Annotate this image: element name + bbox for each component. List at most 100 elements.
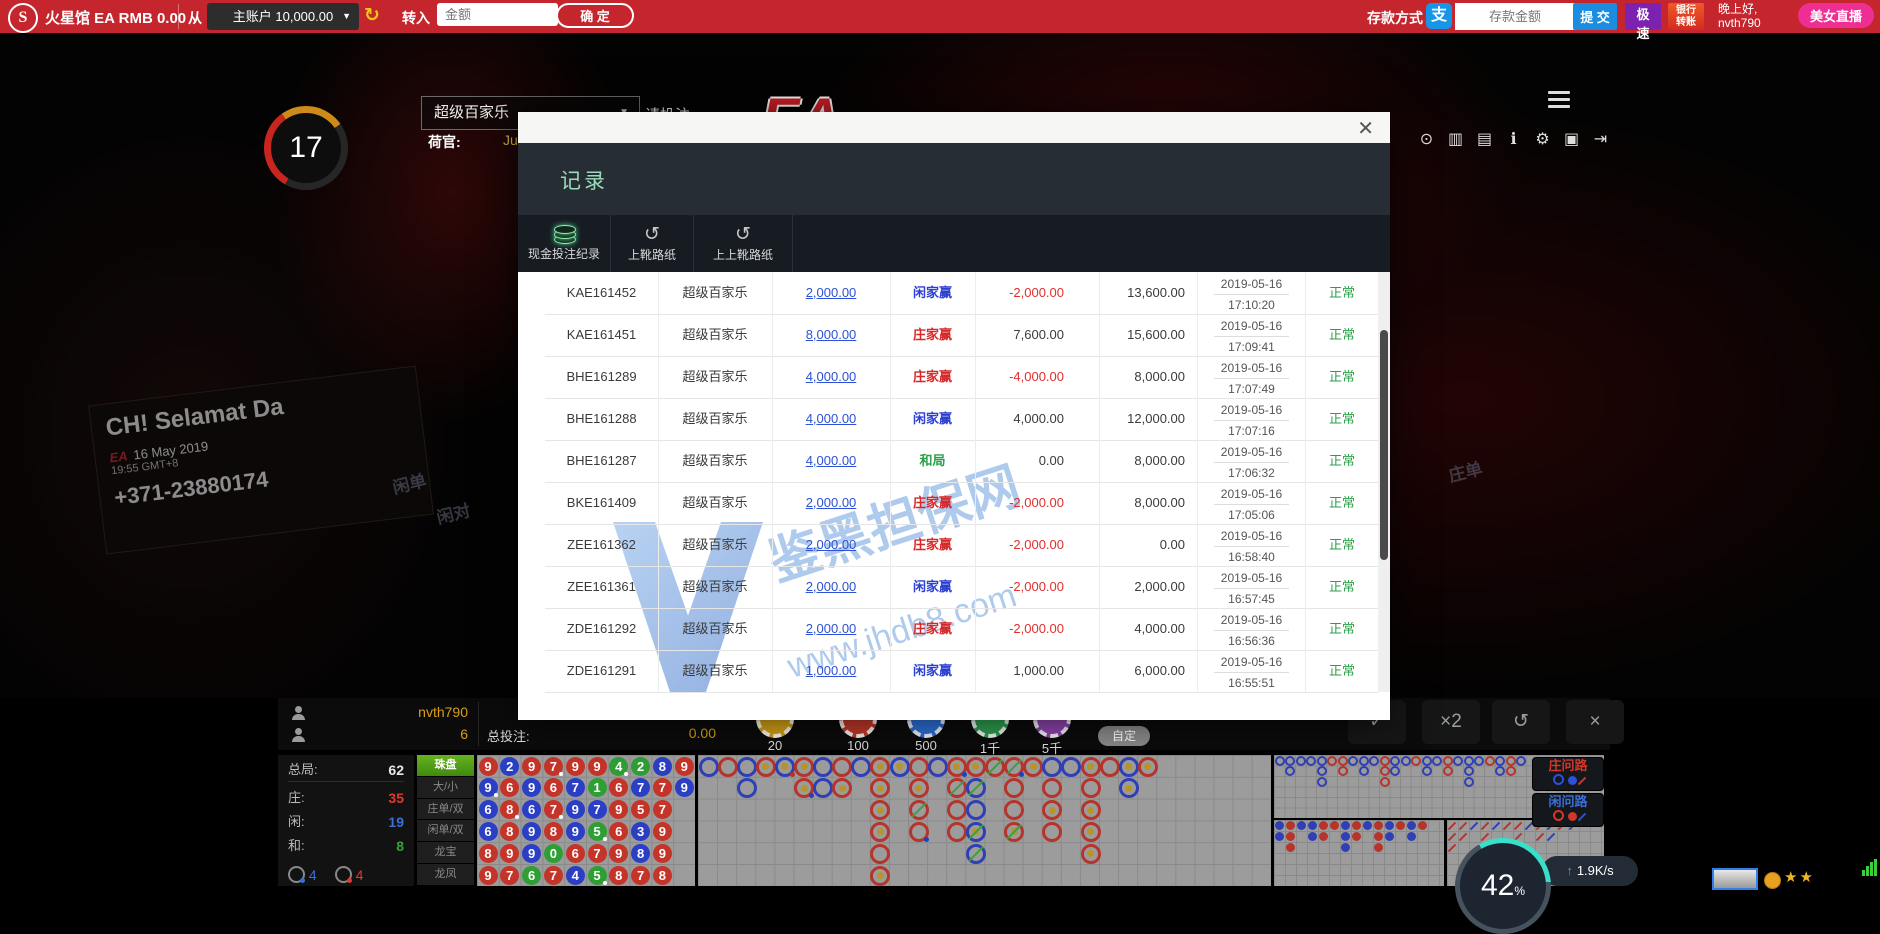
big-road-cell: [1119, 757, 1139, 777]
bet-amount-link[interactable]: 4,000.00: [806, 453, 857, 468]
cell-result: 闲家赢: [890, 566, 976, 608]
cell-result: 庄家赢: [890, 608, 976, 650]
cell-win-loss: 4,000.00: [975, 398, 1100, 440]
bet-amount-link[interactable]: 2,000.00: [806, 621, 857, 636]
small-road-cell: [1374, 832, 1383, 841]
account-select[interactable]: 主账户 10,000.00▼: [207, 3, 359, 30]
big-road-cell: [1138, 757, 1158, 777]
bank-transfer-button[interactable]: 银行转账: [1668, 3, 1704, 30]
tab-现金投注纪录[interactable]: 现金投注纪录: [518, 215, 611, 272]
chip-label: 500: [896, 738, 956, 753]
big-eye-cell: [1317, 756, 1327, 766]
road-menu-大/小[interactable]: 大/小: [417, 777, 474, 799]
bead-cell: 9: [653, 822, 672, 841]
bet-amount-link[interactable]: 2,000.00: [806, 285, 857, 300]
gold-marker: [1087, 828, 1094, 835]
video-tool-icon-2[interactable]: ▤: [1470, 129, 1499, 149]
cell-game-type: 超级百家乐: [658, 524, 773, 566]
video-tool-icon-0[interactable]: ⊙: [1412, 129, 1441, 149]
alipay-icon[interactable]: 支: [1426, 3, 1452, 29]
modal-header: 记录: [518, 143, 1390, 215]
small-road-cell: [1275, 832, 1284, 841]
cell-round-id: BHE161288: [545, 398, 659, 440]
bet-amount-link[interactable]: 4,000.00: [806, 411, 857, 426]
big-eye-cell: [1422, 766, 1432, 776]
chevron-down-icon: ▼: [342, 3, 351, 30]
bet-amount-link[interactable]: 8,000.00: [806, 327, 857, 342]
bet-amount-link[interactable]: 4,000.00: [806, 369, 857, 384]
cell-result: 庄家赢: [890, 524, 976, 566]
roach-cell: [1448, 833, 1456, 841]
small-road-cell: [1286, 821, 1295, 830]
tab-上上靴路纸[interactable]: ↺上上靴路纸: [694, 215, 793, 272]
bet-amount-link[interactable]: 2,000.00: [806, 537, 857, 552]
cell-win-loss: -2,000.00: [975, 482, 1100, 524]
scrollbar-thumb[interactable]: [1380, 330, 1388, 560]
video-tool-icon-4[interactable]: ⚙: [1528, 129, 1557, 149]
big-eye-cell: [1338, 756, 1348, 766]
road-menu-龙凤[interactable]: 龙凤: [417, 864, 474, 886]
submit-button[interactable]: 提 交: [1573, 3, 1617, 30]
video-tool-icon-5[interactable]: ▣: [1557, 129, 1586, 149]
video-tool-icon-1[interactable]: ▥: [1441, 129, 1470, 149]
road-menu-庄单/双[interactable]: 庄单/双: [417, 799, 474, 821]
ask-button-闲问路[interactable]: 闲问路: [1532, 793, 1604, 827]
big-eye-cell: [1464, 766, 1474, 776]
refresh-icon[interactable]: ↻: [364, 4, 380, 27]
bead-cell: 7: [544, 757, 563, 776]
tab-label: 上上靴路纸: [713, 246, 773, 263]
cell-bet-amount: 2,000.00: [772, 482, 891, 524]
up-arrow-icon: ↑: [1566, 863, 1573, 878]
ask-button-庄问路[interactable]: 庄问路: [1532, 757, 1604, 791]
cell-bet-amount: 2,000.00: [772, 608, 891, 650]
roach-cell: [1536, 833, 1544, 841]
express-button[interactable]: 极速: [1625, 3, 1661, 30]
repeat-button[interactable]: ↺: [1492, 700, 1550, 744]
big-road-cell: [966, 800, 986, 820]
date-line: 2019-05-16: [1198, 316, 1305, 336]
cell-win-loss: -4,000.00: [975, 356, 1100, 398]
clear-button[interactable]: ×: [1566, 700, 1624, 744]
double-button[interactable]: ×2: [1422, 700, 1480, 744]
big-road-cell: [1004, 800, 1024, 820]
bead-cell: 8: [631, 844, 650, 863]
bet-amount-link[interactable]: 2,000.00: [806, 579, 857, 594]
gold-marker: [1125, 763, 1132, 770]
bet-amount-link[interactable]: 2,000.00: [806, 495, 857, 510]
custom-chip-button[interactable]: 自定: [1098, 726, 1150, 746]
road-menu-龙宝[interactable]: 龙宝: [417, 842, 474, 864]
menu-icon[interactable]: [1548, 91, 1570, 112]
big-road-cell: [966, 822, 986, 842]
cell-round-id: ZDE161291: [545, 650, 659, 692]
cell-balance: 15,600.00: [1100, 314, 1198, 356]
big-eye-cell: [1285, 756, 1295, 766]
confirm-transfer-button[interactable]: 确 定: [556, 3, 634, 28]
bet-amount-link[interactable]: 1,000.00: [806, 663, 857, 678]
road-menu-珠盘[interactable]: 珠盘: [417, 755, 474, 777]
big-eye-cell: [1506, 766, 1516, 776]
cell-result: 庄家赢: [890, 482, 976, 524]
road-menu-闲单/双[interactable]: 闲单/双: [417, 820, 474, 842]
close-icon[interactable]: ✕: [1357, 116, 1374, 141]
bead-cell: 7: [588, 844, 607, 863]
webcam-thumbnail[interactable]: [1712, 868, 1758, 890]
tab-上靴路纸[interactable]: ↺上靴路纸: [611, 215, 694, 272]
cell-result: 和局: [890, 440, 976, 482]
beauty-live-button[interactable]: 美女直播: [1798, 3, 1874, 28]
time-line: 16:58:40: [1198, 547, 1305, 566]
amount-input[interactable]: [437, 3, 558, 26]
from-label: 从: [188, 8, 202, 28]
cell-result: 庄家赢: [890, 356, 976, 398]
gold-marker: [877, 828, 884, 835]
bead-cell: 6: [566, 844, 585, 863]
big-eye-cell: [1317, 766, 1327, 776]
video-tool-icon-6[interactable]: ⇥: [1586, 129, 1615, 149]
big-eye-cell: [1516, 756, 1526, 766]
big-road-cell: [928, 757, 948, 777]
video-tool-icon-3[interactable]: ℹ: [1499, 129, 1528, 149]
bead-cell: 7: [544, 800, 563, 819]
deposit-amount-input[interactable]: [1455, 3, 1575, 30]
big-road-cell: [947, 822, 967, 842]
big-eye-cell: [1327, 756, 1337, 766]
stat-3: 和:8: [288, 835, 404, 857]
